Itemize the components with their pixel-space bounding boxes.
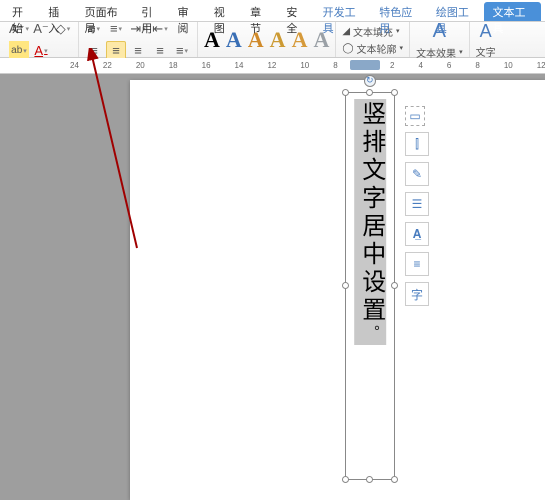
text-outline-button[interactable]: ◯文本轮廓▾	[342, 41, 403, 56]
style-a-4[interactable]: A	[270, 27, 286, 53]
rotate-handle[interactable]	[364, 75, 376, 87]
tab-security[interactable]: 安全	[278, 2, 314, 21]
resize-handle-tr[interactable]	[391, 89, 398, 96]
float-tool-fill[interactable]: ⫿	[405, 132, 429, 156]
float-tool-font[interactable]: 𝐀̲	[405, 222, 429, 246]
outline-icon: ◯	[342, 43, 353, 54]
resize-handle-tl[interactable]	[342, 89, 349, 96]
tab-drawing-tools[interactable]: 绘图工具	[428, 2, 485, 21]
tab-developer[interactable]: 开发工具	[315, 2, 372, 21]
document-page[interactable]	[130, 80, 545, 500]
tab-review[interactable]: 审阅	[169, 2, 205, 21]
numbering-button[interactable]: ≡	[106, 19, 126, 39]
resize-handle-l[interactable]	[342, 282, 349, 289]
text-direction-label[interactable]: 文字	[476, 44, 496, 59]
style-a-2[interactable]: A	[226, 27, 242, 53]
resize-handle-r[interactable]	[391, 282, 398, 289]
float-tool-text[interactable]: 字	[405, 282, 429, 306]
float-tool-outline[interactable]: ✎	[405, 162, 429, 186]
ruler-marker[interactable]	[350, 60, 380, 70]
outdent-button[interactable]: ⇤	[150, 19, 170, 39]
resize-handle-br[interactable]	[391, 476, 398, 483]
floating-toolbar: ▭ ⫿ ✎ ☰ 𝐀̲ ≡ 字	[405, 106, 429, 306]
float-tool-shape[interactable]: ☰	[405, 192, 429, 216]
resize-handle-bl[interactable]	[342, 476, 349, 483]
tab-special[interactable]: 特色应用	[371, 2, 428, 21]
tab-sections[interactable]: 章节	[242, 2, 278, 21]
resize-handle-b[interactable]	[366, 476, 373, 483]
vertical-text-box[interactable]: 竖排文字居中设置。	[345, 92, 395, 480]
horizontal-ruler[interactable]: 242220 181614 12108 6 246 81012 14	[0, 58, 545, 74]
vertical-text-content[interactable]: 竖排文字居中设置。	[354, 99, 386, 345]
float-tool-align[interactable]: ≡	[405, 252, 429, 276]
ribbon: A⁺ A⁻ ◇ ab A ≡ ≡ ⇥ ⇤ ≡ ≡ ≡ ≡ ≡	[0, 22, 545, 58]
float-tool-layout[interactable]: ▭	[405, 106, 425, 126]
tab-start[interactable]: 开始	[4, 2, 40, 21]
tab-text-tools[interactable]: 文本工具	[484, 2, 541, 21]
text-direction-icon: A	[480, 21, 492, 42]
tab-insert[interactable]: 插入	[40, 2, 76, 21]
tab-page-layout[interactable]: 页面布局	[77, 2, 134, 21]
resize-handle-t[interactable]	[366, 89, 373, 96]
fill-icon: ◢	[342, 26, 350, 37]
tab-references[interactable]: 引用	[133, 2, 169, 21]
tab-bar: 开始 插入 页面布局 引用 审阅 视图 章节 安全 开发工具 特色应用 绘图工具…	[0, 0, 545, 22]
text-fill-button[interactable]: ◢文本填充▾	[342, 24, 403, 39]
tab-view[interactable]: 视图	[206, 2, 242, 21]
document-canvas	[0, 74, 545, 500]
